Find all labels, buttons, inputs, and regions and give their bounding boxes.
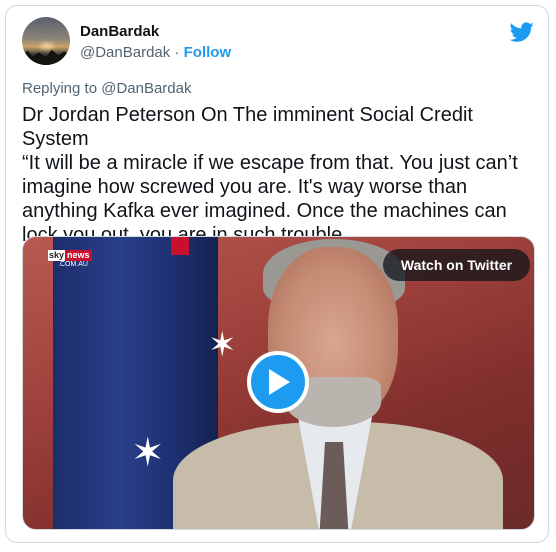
play-button[interactable] — [247, 351, 309, 413]
tweet-line-2: “It will be a miracle if we escape from … — [22, 152, 518, 246]
handle-row: @DanBardak · Follow — [80, 44, 231, 61]
sky-news-logo: sky news .COM.AU — [48, 250, 94, 270]
separator: · — [174, 44, 180, 61]
twitter-bird-icon[interactable] — [510, 20, 534, 44]
follow-button[interactable]: Follow — [184, 44, 232, 61]
avatar-sun — [40, 43, 54, 49]
watch-on-twitter-button[interactable]: Watch on Twitter — [383, 249, 530, 281]
sky-logo-word: sky — [48, 250, 66, 261]
flag-stripe — [171, 237, 189, 255]
flag-star-icon: ✶ — [131, 431, 165, 475]
tweet-text: Dr Jordan Peterson On The imminent Socia… — [22, 103, 542, 247]
tweet-card: DanBardak @DanBardak · Follow Replying t… — [5, 5, 549, 543]
sky-logo-news: news — [65, 250, 92, 261]
play-icon — [269, 369, 290, 395]
author-handle[interactable]: @DanBardak — [80, 44, 170, 61]
avatar-trees — [22, 49, 70, 65]
avatar[interactable] — [22, 17, 70, 65]
author-name[interactable]: DanBardak — [80, 23, 159, 40]
flag-star-icon: ✶ — [208, 326, 237, 364]
tweet-line-1: Dr Jordan Peterson On The imminent Socia… — [22, 104, 473, 150]
replying-to: Replying to @DanBardak — [22, 80, 192, 97]
sky-logo-domain: .COM.AU — [58, 261, 88, 268]
video-media[interactable]: ✶ ✶ sky news .COM.AU Watch on Twitter — [22, 236, 535, 530]
